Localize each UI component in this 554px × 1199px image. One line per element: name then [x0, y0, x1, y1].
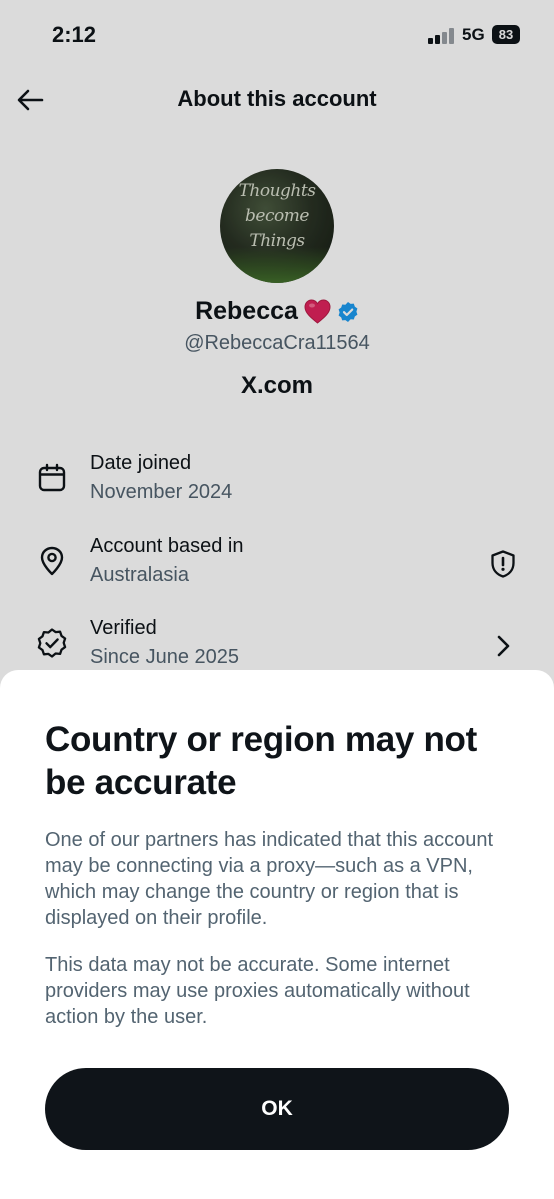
sheet-body-accuracy: This data may not be accurate. Some inte… — [45, 954, 470, 1028]
about-account-screen: 2:12 5G 83 About this account Thoughts b… — [0, 0, 554, 1199]
sheet-title: Country or region may not be accurate — [45, 720, 477, 802]
sheet-body-proxy: One of our partners has indicated that t… — [45, 829, 494, 929]
region-accuracy-sheet: Country or region may not be accurate On… — [0, 670, 554, 1199]
ok-button[interactable]: OK — [45, 1068, 509, 1150]
